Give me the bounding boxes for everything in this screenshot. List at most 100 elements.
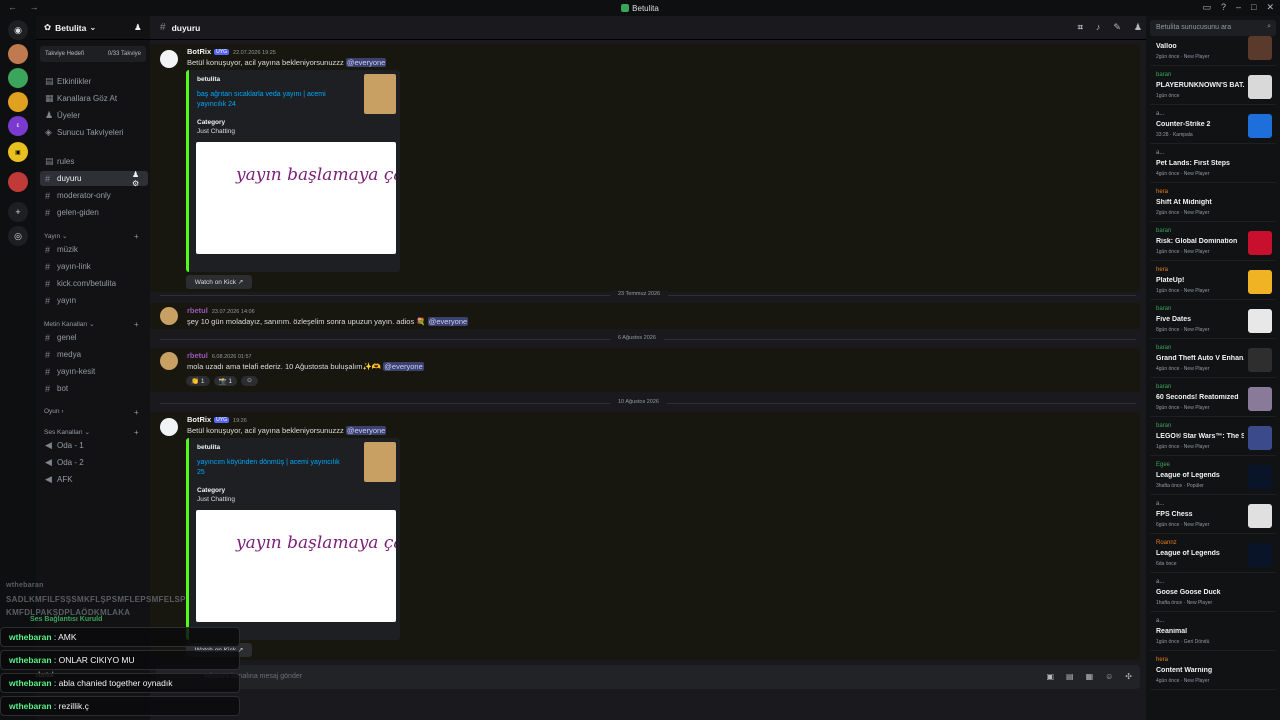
server-icon-2[interactable] [8,68,28,88]
server-icon-3[interactable] [8,92,28,112]
activity-card[interactable]: hera Content Warning 4gün önce · New Playe… [1150,654,1276,690]
add-channel-icon[interactable]: + [134,232,139,241]
activity-card[interactable]: a... FPS Chess 6gün önce · New Player [1150,498,1276,534]
close-button[interactable]: ✕ [1266,2,1274,13]
avatar[interactable] [160,418,178,436]
message[interactable]: BotRix UYG 22.07.2026 19:25 Betül konuşuyo… [150,44,1140,292]
gif-icon[interactable]: ▤ [1066,672,1074,681]
message-composer[interactable]: #duyuru kanalına mesaj gönder ▣ ▤ ▦ ☺ ✣ [156,665,1140,689]
username[interactable]: BotRix [187,415,211,424]
voice-oda-2[interactable]: ◀ Oda - 2 [40,455,148,470]
activity-card[interactable]: a... Reanimal 1gün önce · Geri Döndü [1150,615,1276,651]
embed-thumbnail[interactable] [364,74,396,114]
channel-yayin-kesit[interactable]: # yayın-kesit [40,364,148,379]
embed-thumbnail[interactable] [364,442,396,482]
maximize-button[interactable]: □ [1251,2,1256,13]
add-channel-icon[interactable]: + [134,408,139,417]
activity-card[interactable]: Roannz League of Legends 6da önce [1150,537,1276,573]
embed-image[interactable]: yayın başlamaya çalışıyor [196,510,457,622]
help-icon[interactable]: ? [1221,2,1226,13]
channel-bot[interactable]: # bot [40,381,148,396]
channel-yayin-link[interactable]: # yayın-link [40,259,148,274]
server-icon-6[interactable] [8,172,28,192]
embed-image[interactable]: yayın başlamaya çalışıyor [196,142,457,254]
avatar[interactable] [160,50,178,68]
gear-icon[interactable]: ♟ ⚙ [132,170,148,188]
reaction[interactable]: 👏 1 [186,376,210,386]
add-server-icon[interactable]: + [8,202,28,222]
message[interactable]: BotRix UYG 19:26 Betül konuşuyor, acil yay… [150,412,1140,660]
channel-moderator-only[interactable]: # moderator-only [40,188,148,203]
category-yayin[interactable]: Yayın ⌄ + [44,232,139,241]
activity-card[interactable]: a... Goose Goose Duck 1hafta önce · New Pl… [1150,576,1276,612]
activity-card[interactable]: a... Pet Lands: First Steps 4gün önce · Ne… [1150,147,1276,183]
channel-rules[interactable]: ▤ rules [40,154,148,169]
channel-genel[interactable]: # genel [40,330,148,345]
avatar[interactable] [160,352,178,370]
category-metin[interactable]: Metin Kanalları ⌄ + [44,320,139,329]
discord-home-icon[interactable]: ◉ [8,20,28,40]
activity-card[interactable]: baran Grand Theft Auto V Enhan... 4gün önc… [1150,342,1276,378]
search-input[interactable]: Betulita sunucusunu ara ⌕ [1150,20,1276,36]
server-icon-5[interactable]: ▣ [8,142,28,162]
category-ses[interactable]: Ses Kanalları ⌄ + [44,428,139,437]
voice-oda-1[interactable]: ◀ Oda - 1 [40,438,148,453]
channel-kick[interactable]: # kick.com/betulita [40,276,148,291]
activity-card[interactable]: hera Shift At Midnight 2gün önce · New Pla… [1150,186,1276,222]
reaction[interactable]: 📸 1 [213,376,238,386]
channel-yayin[interactable]: # yayın [40,293,148,308]
username[interactable]: rbetul [187,351,208,360]
voice-afk[interactable]: ◀ AFK [40,472,148,487]
message[interactable]: rbetul 6.08.2026 01:57 mola uzadı ama tel… [150,348,1140,392]
apps-icon[interactable]: ✣ [1125,672,1132,681]
avatar[interactable] [160,307,178,325]
sidebar-item-boosts[interactable]: ◈ Sunucu Takviyeleri [40,125,148,140]
mention[interactable]: @everyone [383,362,424,371]
embed-title[interactable]: baş ağrıtan sıcaklarla veda yayını | ace… [197,90,347,110]
bell-icon[interactable]: ♪ [1096,22,1101,33]
activity-card[interactable]: hera PlateUp! 1gün önce · New Player [1150,264,1276,300]
activity-card[interactable]: baran Five Dates 8gün önce · New Player [1150,303,1276,339]
activity-card[interactable]: Egee League of Legends 3hafta önce · Popül… [1150,459,1276,495]
mention[interactable]: @everyone [345,426,387,435]
channel-medya[interactable]: # medya [40,347,148,362]
category-oyun[interactable]: Oyun › + [44,408,139,417]
sidebar-item-events[interactable]: ▤ Etkinlikler [40,74,148,89]
inbox-icon[interactable]: ▭ [1202,2,1211,13]
mention[interactable]: @everyone [427,317,469,326]
add-channel-icon[interactable]: + [134,428,139,437]
add-reaction-button[interactable]: ☺ [241,376,258,386]
sidebar-item-members[interactable]: ♟ Üyeler [40,108,148,123]
embed-title[interactable]: yayıncım köyünden dönmüş | acemi yayıncı… [197,458,347,478]
username[interactable]: rbetul [187,306,208,315]
activity-card[interactable]: baran 60 Seconds! Reatomized 9gün önce · N… [1150,381,1276,417]
message[interactable]: rbetul 23.07.2026 14:06 şey 10 gün molada… [150,303,1140,329]
gift-icon[interactable]: ▣ [1046,672,1054,681]
invite-icon[interactable]: ♟ [134,22,142,33]
embed-author[interactable]: betulita [197,76,220,83]
add-channel-icon[interactable]: + [134,320,139,329]
server-icon-4[interactable]: ε [8,116,28,136]
pin-icon[interactable]: ✎ [1113,22,1121,33]
activity-card[interactable]: a... Counter-Strike 2 33:28 · Kampala [1150,108,1276,144]
member-list-icon[interactable]: ♟ [1134,22,1142,33]
username[interactable]: BotRix [187,47,211,56]
channel-muzik[interactable]: # müzik [40,242,148,257]
activity-card[interactable]: Valloo 2gün önce · New Player [1150,36,1276,66]
mention[interactable]: @everyone [345,58,387,67]
channel-gelen-giden[interactable]: # gelen-giden [40,205,148,220]
server-header[interactable]: ✿ Betulita ⌄ ♟ [36,16,150,40]
activity-card[interactable]: baran Risk: Global Domination 1gün önce · … [1150,225,1276,261]
watch-on-kick-button[interactable]: Watch on Kick ↗ [186,275,252,289]
sticker-icon[interactable]: ▦ [1086,672,1094,681]
threads-icon[interactable]: ⌗ [1078,22,1083,33]
channel-duyuru[interactable]: # duyuru ♟ ⚙ [40,170,148,188]
discover-icon[interactable]: ◎ [8,226,28,246]
sidebar-item-browse[interactable]: ▦ Kanallara Göz At [40,91,148,106]
voice-connected-text[interactable]: Ses Bağlantısı Kuruld [6,616,148,623]
embed-author[interactable]: betulita [197,444,220,451]
boost-goal[interactable]: Takviye Hedefi 0/33 Takviye [40,46,146,62]
minimize-button[interactable]: – [1236,2,1241,13]
server-icon-betulita[interactable] [8,44,28,64]
activity-card[interactable]: baran LEGO® Star Wars™: The Sk... 1gün önc… [1150,420,1276,456]
